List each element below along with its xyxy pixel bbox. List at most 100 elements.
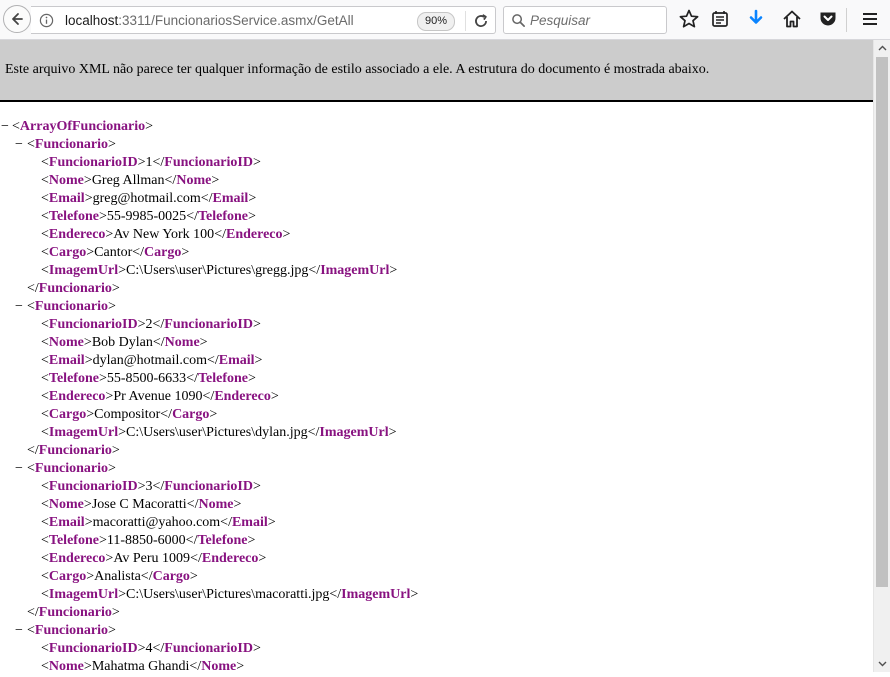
xml-line-content: <Email>greg@hotmail.com</Email>: [41, 191, 257, 206]
xml-field-line: <Telefone>55-8500-6633</Telefone>: [0, 370, 873, 388]
bookmark-button[interactable]: [678, 8, 700, 30]
xml-tag-name: Telefone: [48, 209, 99, 224]
collapse-toggle[interactable]: −: [15, 298, 23, 316]
xml-field-line: <ImagemUrl>C:\Users\user\Pictures\macora…: [0, 586, 873, 604]
xml-value-nome: Bob Dylan: [91, 335, 153, 350]
xml-tag-name: Email: [212, 191, 249, 206]
xml-field-line: <Endereco>Av New York 100</Endereco>: [0, 226, 873, 244]
menu-button[interactable]: [859, 8, 881, 30]
xml-line-content: </Funcionario>: [27, 281, 120, 296]
scroll-up-button[interactable]: [874, 40, 890, 57]
xml-tag-name: Nome: [198, 497, 234, 512]
xml-tag-name: Cargo: [172, 407, 210, 422]
pocket-button[interactable]: [817, 8, 839, 30]
zoom-indicator[interactable]: 90%: [417, 12, 455, 31]
xml-tag-name: ImagemUrl: [48, 587, 119, 602]
xml-tag-name: Telefone: [48, 371, 99, 386]
xml-tag-name: Nome: [48, 173, 84, 188]
xml-line-content: <Cargo>Cantor</Cargo>: [41, 245, 190, 260]
xml-tag-name: Telefone: [197, 371, 249, 386]
xml-value-funcionarioid: 1: [145, 155, 153, 170]
xml-value-telefone: 55-8500-6633: [106, 371, 187, 386]
xml-line-content: <Cargo>Analista</Cargo>: [41, 569, 198, 584]
vertical-scrollbar[interactable]: [873, 40, 890, 672]
downloads-button[interactable]: [745, 8, 767, 30]
xml-tag-name: FuncionarioID: [164, 479, 253, 494]
xml-tag-name: FuncionarioID: [48, 479, 138, 494]
xml-value-cargo: Cantor: [94, 245, 133, 260]
url-path: :3311/FuncionariosService.asmx/GetAll: [118, 13, 354, 28]
url-text[interactable]: localhost:3311/FuncionariosService.asmx/…: [65, 13, 354, 28]
xml-tag-name: ImagemUrl: [319, 425, 389, 440]
xml-field-line: <Telefone>55-9985-0025</Telefone>: [0, 208, 873, 226]
xml-tag-name: ImagemUrl: [341, 587, 411, 602]
xml-value-nome: Jose C Macoratti: [91, 497, 187, 512]
collapse-toggle[interactable]: −: [15, 622, 23, 640]
xml-funcionario-close: </Funcionario>: [0, 442, 873, 460]
xml-value-email: greg@hotmail.com: [92, 191, 201, 206]
xml-field-line: <FuncionarioID>2</FuncionarioID>: [0, 316, 873, 334]
collapse-toggle[interactable]: −: [1, 118, 9, 136]
xml-field-line: <Endereco>Pr Avenue 1090</Endereco>: [0, 388, 873, 406]
xml-funcionario-open: − <Funcionario>: [0, 460, 873, 478]
xml-tag-name: ImagemUrl: [320, 263, 390, 278]
search-icon: [512, 14, 525, 27]
browser-toolbar: localhost:3311/FuncionariosService.asmx/…: [0, 0, 890, 40]
xml-tag-name: Endereco: [214, 389, 271, 404]
xml-tag-name: Endereco: [48, 551, 106, 566]
xml-tag-name: Telefone: [197, 533, 248, 548]
collapse-toggle[interactable]: −: [15, 460, 23, 478]
xml-line-content: <ArrayOfFuncionario>: [12, 119, 154, 134]
scroll-down-button[interactable]: [874, 655, 890, 672]
xml-tag-name: Cargo: [48, 245, 87, 260]
scrollbar-thumb[interactable]: [876, 57, 888, 587]
xml-line-content: <Funcionario>: [27, 623, 116, 638]
xml-tag-name: Nome: [176, 173, 212, 188]
xml-tag-name: Cargo: [48, 569, 87, 584]
url-bar[interactable]: localhost:3311/FuncionariosService.asmx/…: [31, 6, 496, 34]
xml-field-line: <Telefone>11-8850-6000</Telefone>: [0, 532, 873, 550]
xml-value-cargo: Compositor: [94, 407, 161, 422]
xml-value-funcionarioid: 4: [145, 641, 153, 656]
reload-icon[interactable]: [472, 12, 490, 30]
xml-tag-name: Email: [48, 515, 85, 530]
search-input[interactable]: [530, 11, 660, 29]
xml-tag-name: Endereco: [225, 227, 283, 242]
back-icon: [12, 13, 23, 25]
xml-field-line: <Nome>Bob Dylan</Nome>: [0, 334, 873, 352]
xml-field-line: <ImagemUrl>C:\Users\user\Pictures\gregg.…: [0, 262, 873, 280]
back-button[interactable]: [3, 5, 31, 33]
xml-field-line: <Cargo>Compositor</Cargo>: [0, 406, 873, 424]
download-icon: [749, 9, 763, 24]
xml-value-endereco: Av New York 100: [113, 227, 215, 242]
urlbar-divider: [465, 11, 466, 31]
info-icon[interactable]: [39, 13, 54, 28]
xml-line-content: <Endereco>Av Peru 1009</Endereco>: [41, 551, 267, 566]
url-host: localhost: [65, 13, 119, 28]
collapse-toggle[interactable]: −: [15, 136, 23, 154]
xml-tag-name: Cargo: [152, 569, 190, 584]
xml-tag-name: Email: [231, 515, 268, 530]
xml-tag-name: Funcionario: [38, 443, 112, 458]
xml-tag-name: Funcionario: [38, 281, 112, 296]
xml-funcionario-open: − <Funcionario>: [0, 622, 873, 640]
xml-line-content: <Nome>Greg Allman</Nome>: [41, 173, 220, 188]
xml-line-content: <Email>macoratti@yahoo.com</Email>: [41, 515, 276, 530]
xml-value-imagemurl: C:\Users\user\Pictures\dylan.jpg: [126, 425, 308, 440]
xml-tag-name: Nome: [164, 335, 200, 350]
xml-line-content: <ImagemUrl>C:\Users\user\Pictures\gregg.…: [41, 263, 398, 278]
xml-value-nome: Greg Allman: [91, 173, 165, 188]
xml-funcionario-open: − <Funcionario>: [0, 298, 873, 316]
reader-view-button[interactable]: [709, 8, 731, 30]
home-button[interactable]: [781, 8, 803, 30]
xml-line-content: <Telefone>55-9985-0025</Telefone>: [41, 209, 256, 224]
xml-tag-name: Telefone: [48, 533, 99, 548]
xml-line-content: <FuncionarioID>1</FuncionarioID>: [41, 155, 261, 170]
xml-line-content: <Nome>Mahatma Ghandi</Nome>: [41, 659, 245, 674]
xml-root-open: − <ArrayOfFuncionario>: [0, 118, 873, 136]
xml-tag-name: Nome: [48, 335, 84, 350]
xml-line-content: </Funcionario>: [27, 605, 120, 620]
pocket-icon: [820, 12, 836, 26]
search-box[interactable]: [503, 6, 667, 34]
star-icon: [679, 9, 699, 28]
